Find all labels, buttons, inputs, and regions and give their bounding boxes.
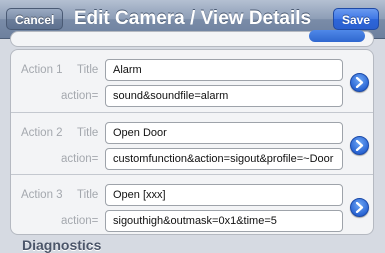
previous-settings-panel: [10, 30, 374, 47]
details-content: Action 1 Title Alarm action= sound&sound…: [0, 30, 385, 253]
action-param-input[interactable]: sound&soundfile=alarm: [105, 85, 343, 107]
action-label: Action 1: [21, 64, 63, 76]
action-param-label: action=: [61, 153, 99, 165]
action-group-3: Action 3 Title Open [xxx] action= sigout…: [11, 174, 373, 234]
save-button[interactable]: Save: [332, 8, 379, 30]
action-group-1: Action 1 Title Alarm action= sound&sound…: [11, 50, 373, 112]
action-title-input[interactable]: Alarm: [105, 59, 343, 81]
action-param-label: action=: [61, 90, 99, 102]
disclosure-arrow-icon[interactable]: [350, 198, 369, 217]
disclosure-arrow-icon[interactable]: [350, 136, 369, 155]
action-title-input[interactable]: Open Door: [105, 122, 343, 144]
action-title-input[interactable]: Open [xxx]: [105, 184, 343, 206]
toggle-switch[interactable]: [309, 30, 365, 42]
disclosure-arrow-icon[interactable]: [350, 73, 369, 92]
actions-panel: Action 1 Title Alarm action= sound&sound…: [10, 49, 374, 235]
title-label: Title: [77, 189, 99, 201]
action-param-label: action=: [61, 215, 99, 227]
section-header-diagnostics: Diagnostics: [22, 237, 102, 253]
action-group-2: Action 2 Title Open Door action= customf…: [11, 112, 373, 175]
title-label: Title: [77, 64, 99, 76]
title-label: Title: [77, 127, 99, 139]
action-label: Action 3: [21, 189, 63, 201]
action-param-input[interactable]: customfunction&action=sigout&profile=~Do…: [105, 148, 343, 170]
action-param-input[interactable]: sigouthigh&outmask=0x1&time=5: [105, 210, 343, 232]
action-label: Action 2: [21, 127, 63, 139]
